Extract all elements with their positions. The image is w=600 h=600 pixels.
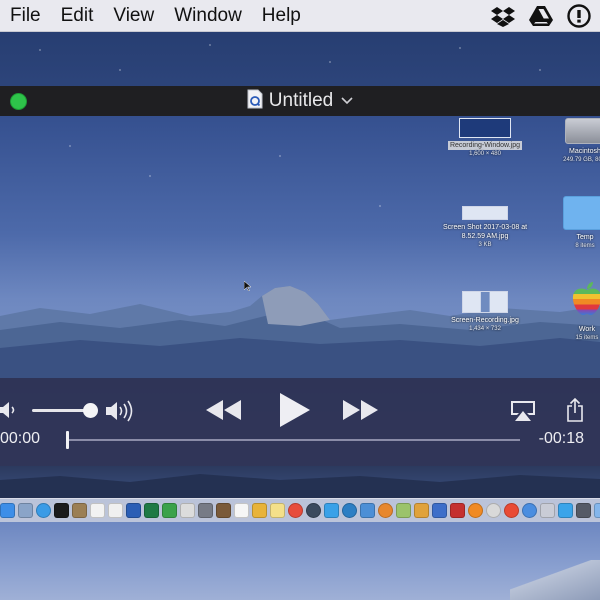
folder-icon xyxy=(563,196,600,230)
desktop-file-label: Recording-Window.jpg xyxy=(447,141,523,150)
info-icon[interactable] xyxy=(486,503,501,518)
twitter-icon[interactable] xyxy=(324,503,339,518)
word-icon[interactable] xyxy=(126,503,141,518)
maps-icon[interactable] xyxy=(396,503,411,518)
desktop-disk-label: Macintosh xyxy=(569,148,600,155)
textedit-icon[interactable] xyxy=(108,503,123,518)
safari-icon[interactable] xyxy=(36,503,51,518)
menu-status-area xyxy=(490,3,592,29)
google-drive-icon[interactable] xyxy=(528,3,554,29)
system-preferences-icon[interactable] xyxy=(198,503,213,518)
desktop-folder-info: 8 items xyxy=(575,243,595,249)
desktop-lower-area xyxy=(0,520,600,600)
volume-high-icon[interactable] xyxy=(106,400,138,427)
volume-slider-knob[interactable] xyxy=(83,403,98,418)
network-icon[interactable] xyxy=(576,503,591,518)
fast-forward-icon[interactable] xyxy=(342,398,378,427)
hard-drive-icon xyxy=(565,118,600,144)
menu-edit[interactable]: Edit xyxy=(51,5,104,27)
desktop-ridge xyxy=(0,474,600,498)
airplay-icon[interactable] xyxy=(510,400,536,427)
dock xyxy=(0,498,600,522)
image-thumbnail-icon xyxy=(459,118,511,138)
dictionary-icon[interactable] xyxy=(216,503,231,518)
image-thumbnail-icon xyxy=(462,291,508,313)
preview-icon[interactable] xyxy=(72,503,87,518)
image-capture-icon[interactable] xyxy=(360,503,375,518)
play-icon[interactable] xyxy=(279,392,311,433)
zoom-window-button[interactable] xyxy=(10,93,27,110)
dropbox-icon[interactable] xyxy=(490,3,516,29)
desktop-folder-temp[interactable]: Temp 8 items xyxy=(525,196,600,250)
window-title: Untitled xyxy=(268,90,334,111)
desktop-disk-macintosh[interactable]: Macintosh 249.79 GB, 80.3 xyxy=(525,118,600,164)
desktop-folder-info: 15 items xyxy=(575,335,599,341)
rewind-icon[interactable] xyxy=(206,398,242,427)
desktop-file-info: 3 KB xyxy=(478,242,492,248)
menu-file[interactable]: File xyxy=(0,5,51,27)
time-remaining: -00:18 xyxy=(538,430,584,447)
desktop-file-label: Screen Shot 2017-03-08 at 8.52.59 AM.jpg xyxy=(442,224,528,240)
desktop-folder-label: Temp xyxy=(576,234,594,241)
desktop-file-info: 1,600 × 480 xyxy=(469,151,501,157)
video-viewport[interactable]: Recording-Window.jpg 1,600 × 480 Macinto… xyxy=(0,116,600,378)
disk-utility-icon[interactable] xyxy=(540,503,555,518)
scrubber-handle[interactable] xyxy=(66,431,69,449)
scrivener-icon[interactable] xyxy=(450,503,465,518)
menu-window[interactable]: Window xyxy=(164,5,252,27)
menu-help[interactable]: Help xyxy=(252,5,311,27)
menu-view[interactable]: View xyxy=(103,5,164,27)
chrome-icon[interactable] xyxy=(288,503,303,518)
calendar-icon[interactable] xyxy=(90,503,105,518)
excel-icon[interactable] xyxy=(144,503,159,518)
desktop-mountain xyxy=(510,560,600,600)
finder-icon[interactable] xyxy=(0,503,15,518)
stocks-icon[interactable] xyxy=(414,503,429,518)
mail-icon[interactable] xyxy=(594,503,600,518)
info-circle-icon[interactable] xyxy=(566,3,592,29)
image-thumbnail-icon xyxy=(462,206,508,220)
quicktime-document-icon xyxy=(247,89,263,114)
share-icon[interactable] xyxy=(566,397,584,427)
scrubber-track[interactable] xyxy=(66,439,520,441)
mouse-pointer-icon xyxy=(243,278,252,296)
firefox-icon[interactable] xyxy=(378,503,393,518)
messages-icon[interactable] xyxy=(558,503,573,518)
itunes-icon[interactable] xyxy=(522,503,537,518)
globe-icon[interactable] xyxy=(342,503,357,518)
steam-icon[interactable] xyxy=(306,503,321,518)
xcode-icon[interactable] xyxy=(432,503,447,518)
apple-logo-icon xyxy=(570,281,600,322)
chevron-down-icon[interactable] xyxy=(341,94,353,108)
launchpad-icon[interactable] xyxy=(18,503,33,518)
window-title-group[interactable]: Untitled xyxy=(247,89,353,114)
time-elapsed: 00:00 xyxy=(0,430,41,447)
photos-icon[interactable] xyxy=(252,503,267,518)
player-title-bar[interactable]: Untitled xyxy=(0,86,600,116)
desktop-file-label: Screen-Recording.jpg xyxy=(451,317,519,324)
chrome-alt-icon[interactable] xyxy=(504,503,519,518)
terminal-icon[interactable] xyxy=(54,503,69,518)
desktop-folder-label: Work xyxy=(578,326,596,333)
pages-icon[interactable] xyxy=(234,503,249,518)
notes-icon[interactable] xyxy=(270,503,285,518)
menu-bar: File Edit View Window Help xyxy=(0,0,600,32)
volume-low-icon[interactable] xyxy=(0,400,18,425)
firefox-alt-icon[interactable] xyxy=(468,503,483,518)
desktop-folder-work[interactable]: Work 15 items xyxy=(527,281,600,342)
numbers-icon[interactable] xyxy=(162,503,177,518)
script-editor-icon[interactable] xyxy=(180,503,195,518)
desktop-file-info: 1,434 × 732 xyxy=(469,326,501,332)
desktop-disk-info: 249.79 GB, 80.3 xyxy=(563,157,600,163)
player-controls: 00:00 -00:18 xyxy=(0,378,600,466)
